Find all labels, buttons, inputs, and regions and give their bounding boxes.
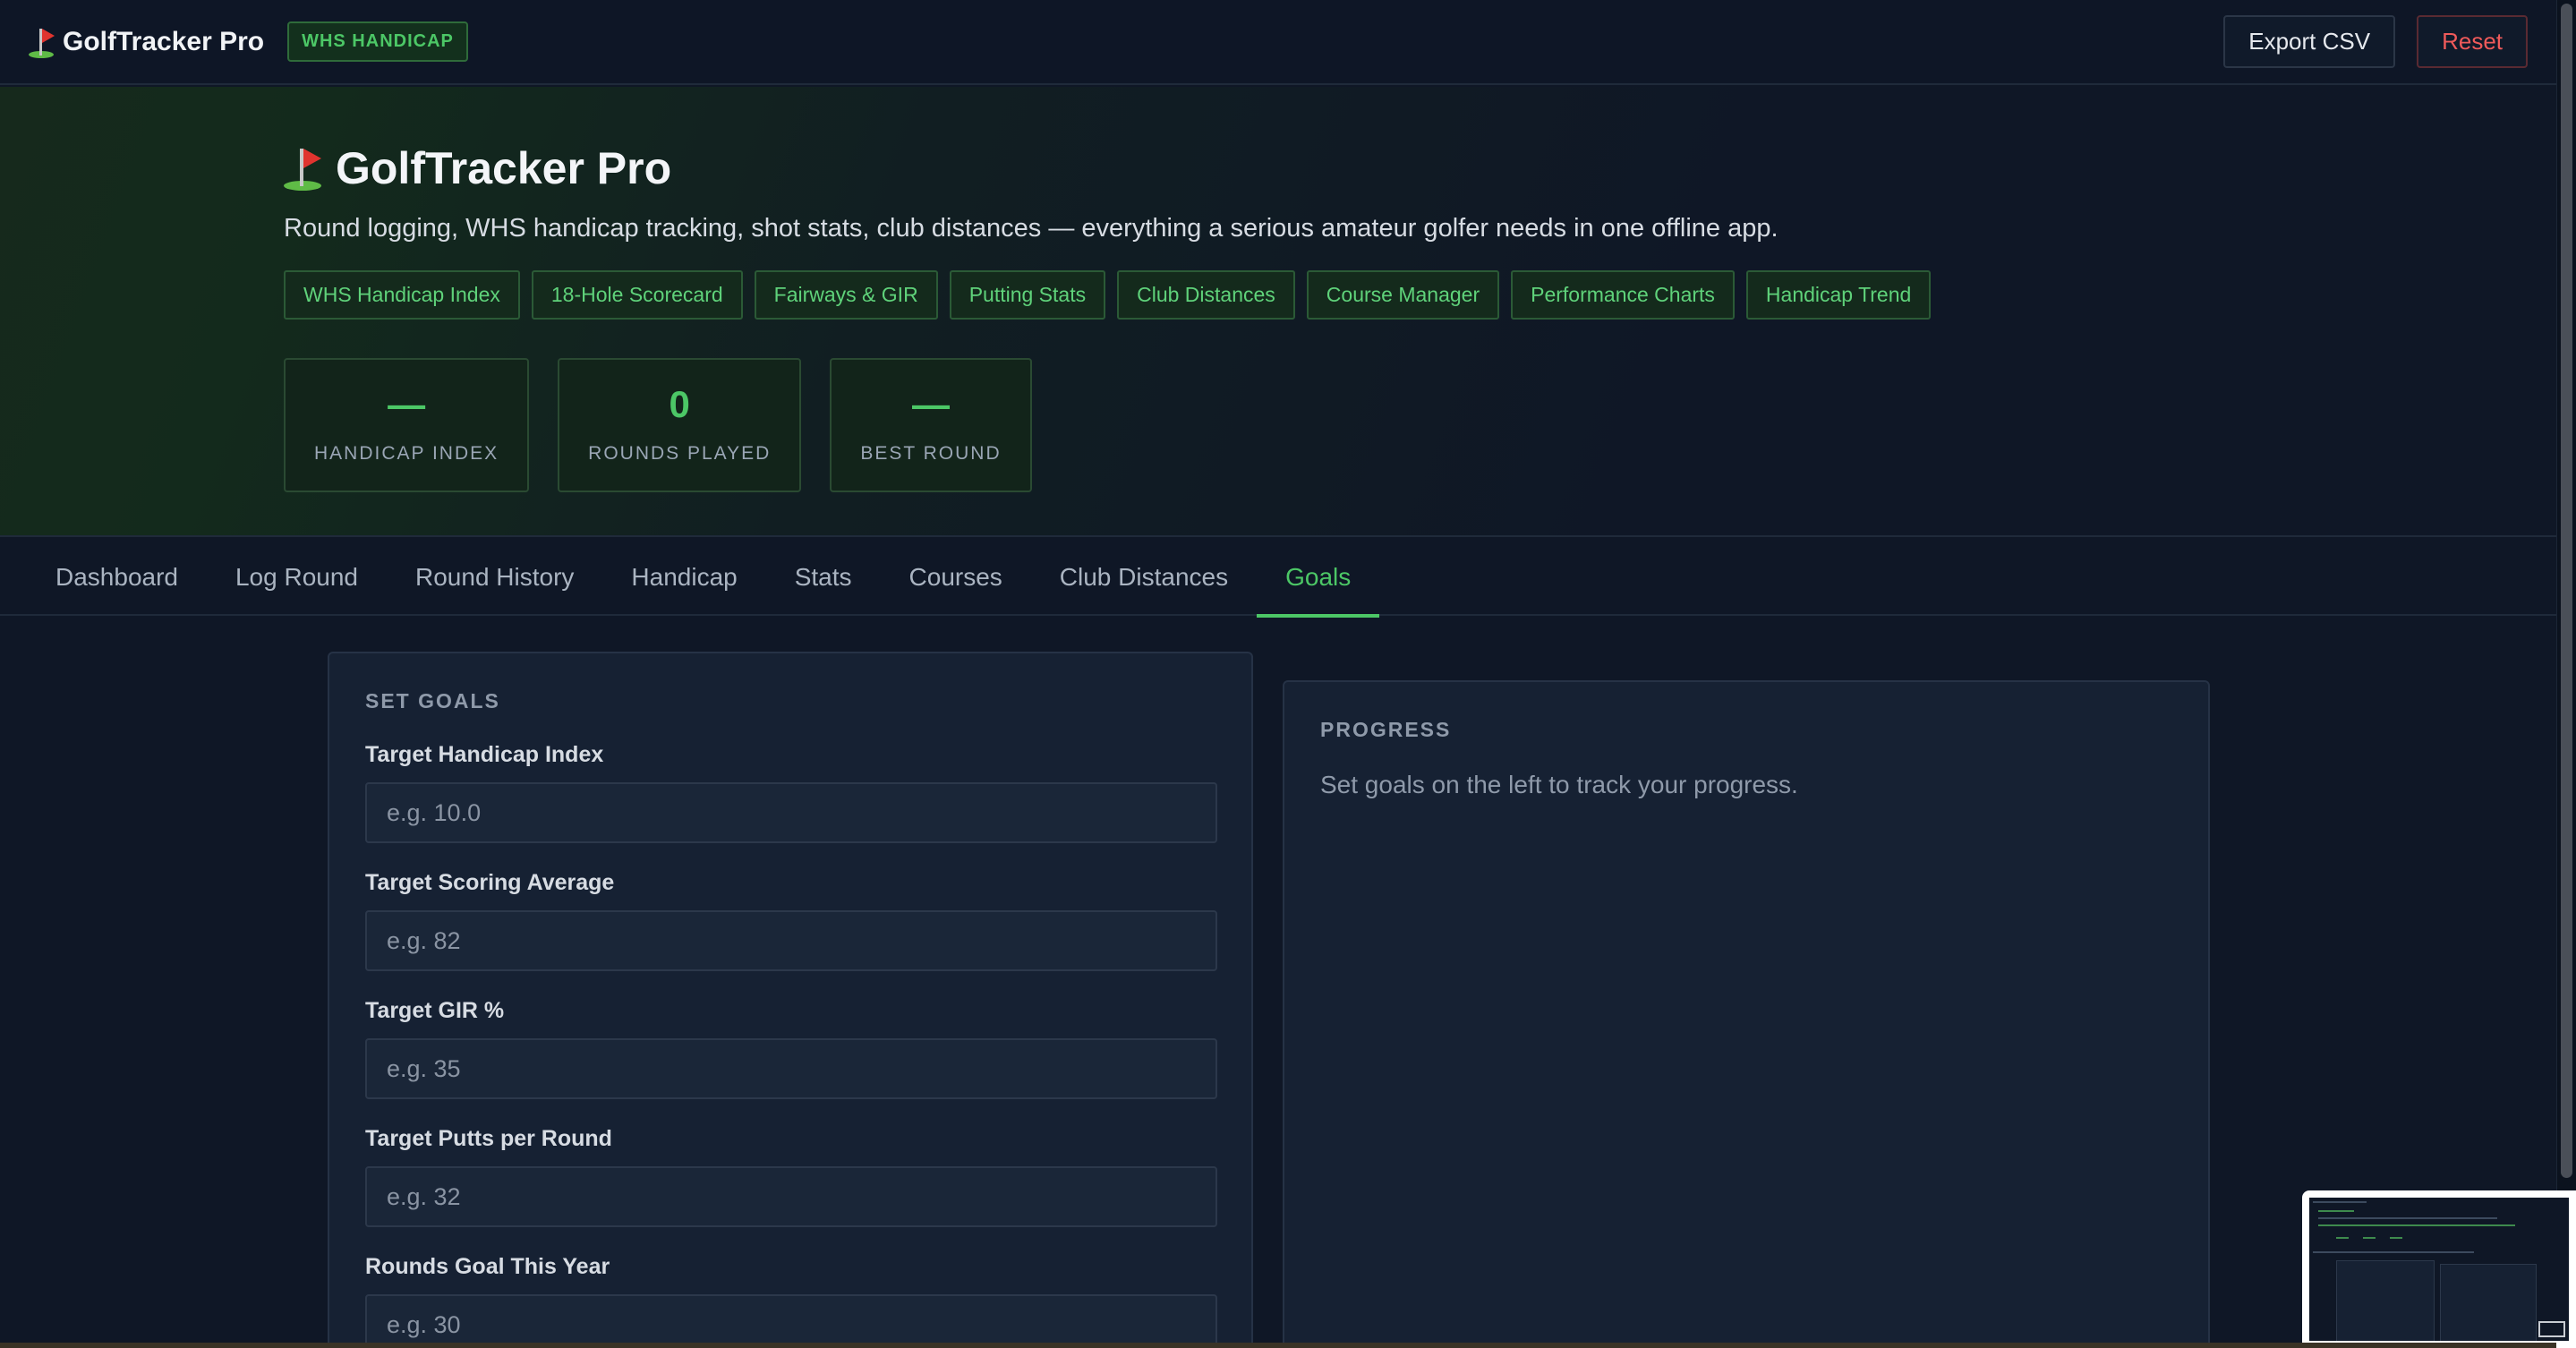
target-handicap-label: Target Handicap Index — [365, 742, 604, 767]
feature-chip: Performance Charts — [1511, 270, 1735, 320]
tab-dashboard[interactable]: Dashboard — [27, 539, 207, 616]
stat-value: 0 — [669, 383, 690, 425]
feature-chip: Handicap Trend — [1745, 270, 1932, 320]
scrollbar-thumb[interactable] — [2561, 4, 2572, 1178]
brand-name: GolfTracker Pro — [63, 26, 265, 56]
tab-log-round[interactable]: Log Round — [207, 539, 387, 616]
top-bar: GolfTracker Pro WHS HANDICAP Export CSV … — [0, 0, 2556, 85]
page-scrollbar[interactable] — [2556, 0, 2576, 1348]
page-minimap[interactable] — [2302, 1190, 2576, 1348]
target-putts-input[interactable] — [365, 1166, 1217, 1227]
stat-label: ROUNDS PLAYED — [588, 443, 772, 464]
rounds-goal-label: Rounds Goal This Year — [365, 1254, 610, 1279]
target-gir-label: Target GIR % — [365, 998, 505, 1023]
target-scoring-average-input[interactable] — [365, 910, 1217, 971]
hero-section: GolfTracker Pro Round logging, WHS handi… — [0, 87, 2556, 537]
set-goals-heading: SET GOALS — [365, 689, 500, 712]
main-tabs: Dashboard Log Round Round History Handic… — [0, 539, 2556, 618]
target-scoring-average-label: Target Scoring Average — [365, 870, 615, 895]
target-handicap-input[interactable] — [365, 782, 1217, 843]
stat-best-round: — BEST ROUND — [830, 358, 1032, 492]
feature-chip: 18-Hole Scorecard — [531, 270, 743, 320]
set-goals-panel: SET GOALS Target Handicap Index Target S… — [328, 652, 1253, 1348]
feature-chip: Fairways & GIR — [754, 270, 938, 320]
stat-rounds-played: 0 ROUNDS PLAYED — [558, 358, 802, 492]
stat-label: BEST ROUND — [860, 443, 1002, 464]
feature-chip: Course Manager — [1306, 270, 1500, 320]
minimap-viewport[interactable] — [2538, 1321, 2565, 1337]
feature-chip: Putting Stats — [949, 270, 1106, 320]
top-actions: Export CSV Reset — [2223, 15, 2528, 68]
target-putts-label: Target Putts per Round — [365, 1126, 612, 1151]
whs-handicap-badge: WHS HANDICAP — [287, 21, 468, 62]
progress-heading: PROGRESS — [1320, 718, 1452, 741]
feature-chips: WHS Handicap Index 18-Hole Scorecard Fai… — [284, 270, 1932, 320]
hero-title: GolfTracker Pro — [284, 142, 671, 194]
feature-chip: Club Distances — [1117, 270, 1295, 320]
progress-panel: PROGRESS Set goals on the left to track … — [1283, 680, 2210, 1348]
tab-goals[interactable]: Goals — [1257, 539, 1380, 618]
hero-title-text: GolfTracker Pro — [336, 143, 672, 193]
tab-round-history[interactable]: Round History — [387, 539, 602, 616]
tab-stats[interactable]: Stats — [766, 539, 881, 616]
tab-courses[interactable]: Courses — [881, 539, 1031, 616]
reset-button[interactable]: Reset — [2417, 15, 2528, 68]
bottom-strip — [0, 1343, 2556, 1348]
feature-chip: WHS Handicap Index — [284, 270, 520, 320]
target-gir-input[interactable] — [365, 1038, 1217, 1099]
tab-handicap[interactable]: Handicap — [602, 539, 765, 616]
minimap-preview — [2309, 1198, 2569, 1341]
progress-empty-message: Set goals on the left to track your prog… — [1320, 771, 1798, 798]
stat-label: HANDICAP INDEX — [314, 443, 499, 464]
rounds-goal-input[interactable] — [365, 1294, 1217, 1348]
tab-club-distances[interactable]: Club Distances — [1031, 539, 1257, 616]
golf-flag-icon — [284, 147, 325, 191]
golf-flag-icon — [29, 27, 55, 58]
stat-value: — — [388, 383, 426, 425]
summary-stats: — HANDICAP INDEX 0 ROUNDS PLAYED — BEST … — [284, 358, 1032, 492]
stat-handicap-index: — HANDICAP INDEX — [284, 358, 530, 492]
hero-subtitle: Round logging, WHS handicap tracking, sh… — [284, 214, 1778, 243]
brand[interactable]: GolfTracker Pro — [29, 26, 265, 58]
stat-value: — — [911, 383, 950, 425]
app-page: GolfTracker Pro WHS HANDICAP Export CSV … — [0, 0, 2576, 1348]
export-csv-button[interactable]: Export CSV — [2223, 15, 2396, 68]
